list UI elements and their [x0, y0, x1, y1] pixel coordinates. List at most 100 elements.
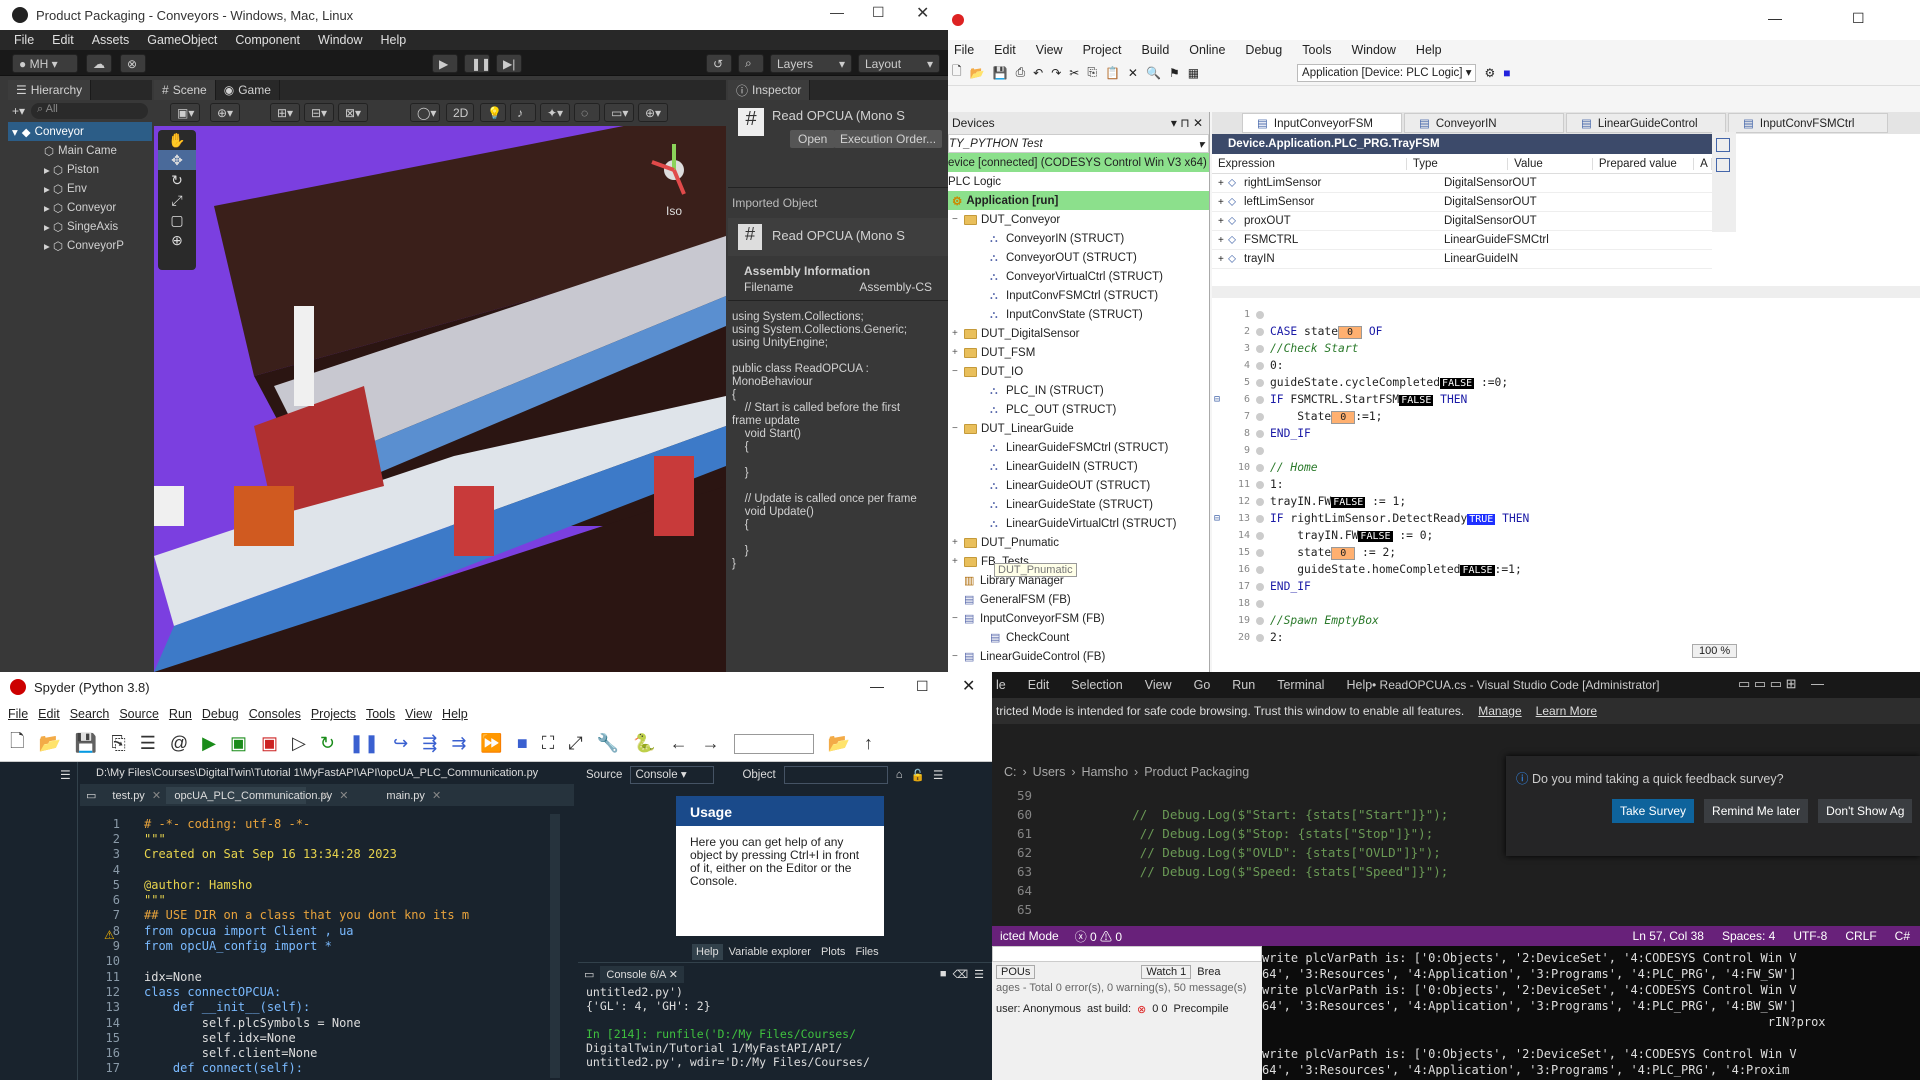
tree-node[interactable]: + FB_Tests: [948, 552, 1209, 571]
help-tab[interactable]: Files: [851, 944, 882, 960]
expand-icon[interactable]: +: [1212, 197, 1228, 208]
save-all-icon[interactable]: ⎘: [111, 733, 125, 754]
hierarchy-item[interactable]: ▸ ⬡ Env: [8, 179, 152, 198]
at-icon[interactable]: @: [170, 733, 188, 754]
fold-icon[interactable]: ⊟: [1214, 394, 1228, 405]
st-code-line[interactable]: 5 guideState.cycleCompleted FALSE :=0;: [1212, 374, 1904, 391]
bp-marker[interactable]: [1256, 599, 1264, 608]
step-return-icon[interactable]: ⇉: [451, 733, 466, 754]
status-problems[interactable]: ⓧ 0 ⚠ 0: [1067, 928, 1130, 945]
menu-item-3[interactable]: Source: [119, 707, 159, 721]
menu-item-0[interactable]: File: [14, 33, 34, 47]
expand-icon[interactable]: +: [952, 556, 964, 567]
build-icon[interactable]: ▦: [1188, 66, 1199, 80]
rect-tool-icon[interactable]: ▢: [158, 210, 196, 230]
tree-node[interactable]: ⛬ ConveyorOUT (STRUCT): [948, 248, 1209, 267]
stop-console-icon[interactable]: ■: [940, 968, 947, 980]
search-icon[interactable]: ⌕: [738, 54, 764, 73]
lock-icon[interactable]: 🔓: [911, 768, 925, 782]
expand-icon[interactable]: +: [1212, 178, 1228, 189]
menu-item-4[interactable]: Go: [1194, 678, 1211, 692]
new-file-icon[interactable]: 🗋: [10, 729, 24, 759]
menu-item-6[interactable]: Debug: [1245, 43, 1282, 57]
globe-icon[interactable]: ⊕▾: [210, 103, 240, 122]
stop-icon[interactable]: ■: [1503, 66, 1510, 80]
breadcrumb-item[interactable]: Users: [1033, 765, 1066, 779]
tree-node[interactable]: ⛬ LinearGuideVirtualCtrl (STRUCT): [948, 514, 1209, 533]
watch1-tab[interactable]: Watch 1: [1141, 965, 1192, 979]
remind-later-button[interactable]: Remind Me later: [1704, 799, 1809, 823]
menu-item-8[interactable]: Tools: [366, 707, 395, 721]
code-line[interactable]: 8 from opcua import Client , ua: [80, 923, 530, 938]
bp-marker[interactable]: [1256, 582, 1264, 591]
code-line[interactable]: 64: [992, 881, 1920, 900]
menu-item-7[interactable]: Help: [1346, 678, 1372, 692]
menu-item-1[interactable]: Edit: [994, 43, 1016, 57]
bookmark-icon[interactable]: ⚑: [1169, 66, 1180, 80]
tree-node[interactable]: ⛬ ConveyorVirtualCtrl (STRUCT): [948, 267, 1209, 286]
collab-icon[interactable]: ⊗: [120, 54, 146, 73]
maximize-icon[interactable]: ☐: [916, 678, 929, 695]
bp-marker[interactable]: [1256, 463, 1264, 472]
maximize-icon[interactable]: ☐: [872, 4, 885, 21]
help-tab[interactable]: Variable explorer: [725, 944, 815, 960]
browse-tabs-icon[interactable]: ▭: [80, 789, 102, 802]
menu-item-3[interactable]: Project: [1083, 43, 1122, 57]
wrench-icon[interactable]: 🔧: [597, 733, 619, 754]
menu-item-6[interactable]: Help: [380, 33, 406, 47]
fullscreen-icon[interactable]: ⤢: [568, 733, 582, 754]
object-input[interactable]: [783, 766, 888, 784]
st-code-line[interactable]: 7 State 0:=1;: [1212, 408, 1904, 425]
close-icon[interactable]: ✕: [916, 3, 929, 23]
code-line[interactable]: 14 self.plcSymbols = None: [80, 1015, 530, 1030]
visibility-icon[interactable]: ◌: [574, 103, 600, 122]
options-icon[interactable]: ☰: [933, 768, 943, 782]
code-line[interactable]: 13 def __init__(self):: [80, 1000, 530, 1015]
menu-item-2[interactable]: Search: [70, 707, 110, 721]
scene-viewport[interactable]: ✋ ✥ ↻ ⤢ ▢ ⊕ Iso: [154, 126, 726, 672]
login-icon[interactable]: ⚙: [1484, 66, 1495, 80]
menu-item-2[interactable]: Assets: [92, 33, 130, 47]
tree-node[interactable]: ▤ CheckCount: [948, 628, 1209, 647]
tab-close-icon[interactable]: ✕: [429, 790, 441, 802]
menu-item-2[interactable]: Selection: [1071, 678, 1122, 692]
help-tab[interactable]: Help: [692, 944, 723, 960]
st-code-line[interactable]: 9: [1212, 442, 1904, 459]
st-code-line[interactable]: 12 trayIN.FW FALSE := 1;: [1212, 493, 1904, 510]
iso-label[interactable]: Iso: [666, 204, 682, 218]
project-combo[interactable]: TY_PYTHON Test ▾: [948, 134, 1209, 153]
menu-item-6[interactable]: Terminal: [1277, 678, 1324, 692]
menu-item-7[interactable]: Projects: [311, 707, 356, 721]
menu-item-1[interactable]: Edit: [52, 33, 74, 47]
bp-marker[interactable]: [1256, 361, 1264, 370]
rotate-tool-icon[interactable]: ↻: [158, 170, 196, 190]
editor-tab[interactable]: main.py ✕: [378, 787, 441, 804]
dont-show-button[interactable]: Don't Show Ag: [1818, 799, 1913, 823]
menu-item-8[interactable]: Window: [1351, 43, 1395, 57]
status-item[interactable]: UTF-8: [1793, 929, 1827, 943]
console-options-icon[interactable]: ☰: [974, 968, 984, 981]
add-icon[interactable]: +▾: [12, 104, 25, 118]
bp-marker[interactable]: [1256, 429, 1264, 438]
grid-icon[interactable]: ⊞▾: [270, 103, 300, 122]
code-line[interactable]: 3 Created on Sat Sep 16 13:34:28 2023: [80, 847, 530, 862]
st-code-line[interactable]: 8 END_IF: [1212, 425, 1904, 442]
menu-item-5[interactable]: Online: [1189, 43, 1225, 57]
tree-node[interactable]: − ▤ LinearGuideControl (FB): [948, 647, 1209, 666]
bp-marker[interactable]: [1256, 378, 1264, 387]
stop-debug-icon[interactable]: ■: [517, 733, 528, 754]
bp-marker[interactable]: [1256, 531, 1264, 540]
st-code-line[interactable]: 2 CASE state 0 OF: [1212, 323, 1904, 340]
cut-icon[interactable]: ✂: [1069, 66, 1079, 80]
pause-button[interactable]: ❚❚: [464, 54, 491, 73]
status-item[interactable]: Ln 57, Col 38: [1633, 929, 1704, 943]
watch-list-icon[interactable]: [1716, 158, 1730, 172]
copy-icon[interactable]: ⎘: [1087, 65, 1097, 80]
menu-item-4[interactable]: Component: [235, 33, 300, 47]
st-code-line[interactable]: 3 //Check Start: [1212, 340, 1904, 357]
code-line[interactable]: 12 class connectOPCUA:: [80, 984, 530, 999]
draw-mode-icon[interactable]: ▣▾: [170, 103, 200, 122]
hand-tool-icon[interactable]: ✋: [158, 130, 196, 150]
eraser-icon[interactable]: ⌫: [953, 968, 969, 981]
splitter[interactable]: [1212, 286, 1920, 298]
